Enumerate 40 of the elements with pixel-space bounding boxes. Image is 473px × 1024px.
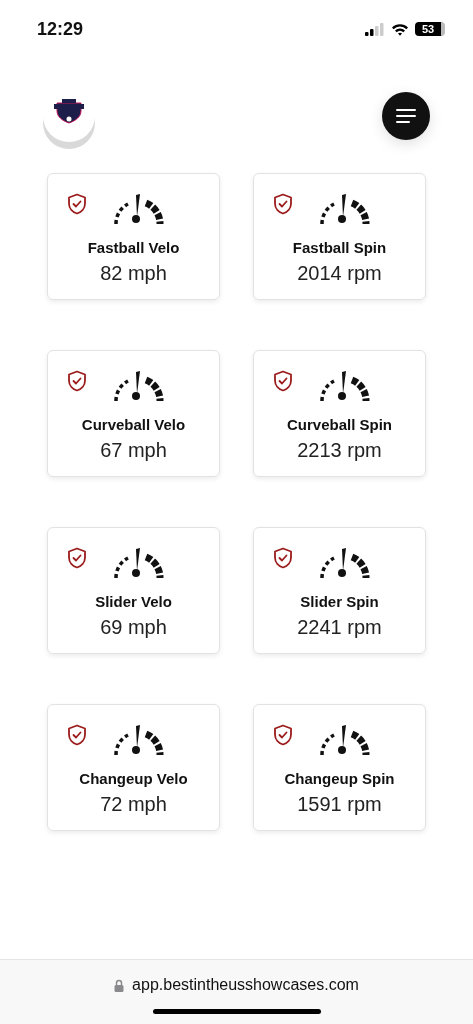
- metric-title: Fastball Spin: [292, 239, 387, 256]
- shield-check-icon: [67, 370, 87, 392]
- menu-icon: [396, 109, 416, 123]
- shield-check-icon: [273, 547, 293, 569]
- metric-title: Changeup Spin: [284, 770, 395, 787]
- speedometer-icon: [317, 370, 370, 402]
- menu-button[interactable]: [382, 92, 430, 140]
- metric-value: 1591 rpm: [297, 793, 382, 816]
- wifi-icon: [391, 22, 409, 36]
- metric-value: 82 mph: [100, 262, 167, 285]
- metric-value: 2014 rpm: [297, 262, 382, 285]
- speedometer-icon: [317, 724, 370, 756]
- metric-title: Fastball Velo: [87, 239, 180, 256]
- metric-title: Curveball Spin: [287, 416, 392, 433]
- lock-icon: [114, 978, 125, 992]
- url-text[interactable]: app.bestintheusshowcases.com: [132, 976, 359, 994]
- metric-title: Changeup Velo: [79, 770, 188, 787]
- speedometer-icon: [317, 547, 370, 579]
- metric-title: Slider Spin: [300, 593, 379, 610]
- status-time: 12:29: [37, 18, 84, 40]
- metric-title: Slider Velo: [95, 593, 172, 610]
- metric-title: Curveball Velo: [81, 416, 186, 433]
- speedometer-icon: [111, 547, 164, 579]
- speedometer-icon: [111, 193, 164, 225]
- metric-value: 67 mph: [100, 439, 167, 462]
- shield-check-icon: [67, 724, 87, 746]
- speedometer-icon: [111, 370, 164, 402]
- shield-check-icon: [67, 547, 87, 569]
- shield-check-icon: [273, 724, 293, 746]
- shield-check-icon: [67, 193, 87, 215]
- metric-value: 2213 rpm: [297, 439, 382, 462]
- signal-icon: [365, 22, 385, 36]
- battery-icon: 53: [415, 22, 445, 36]
- metric-value: 72 mph: [100, 793, 167, 816]
- metric-value: 69 mph: [100, 616, 167, 639]
- shield-check-icon: [273, 193, 293, 215]
- metric-value: 2241 rpm: [297, 616, 382, 639]
- speedometer-icon: [317, 193, 370, 225]
- speedometer-icon: [111, 724, 164, 756]
- shield-check-icon: [273, 370, 293, 392]
